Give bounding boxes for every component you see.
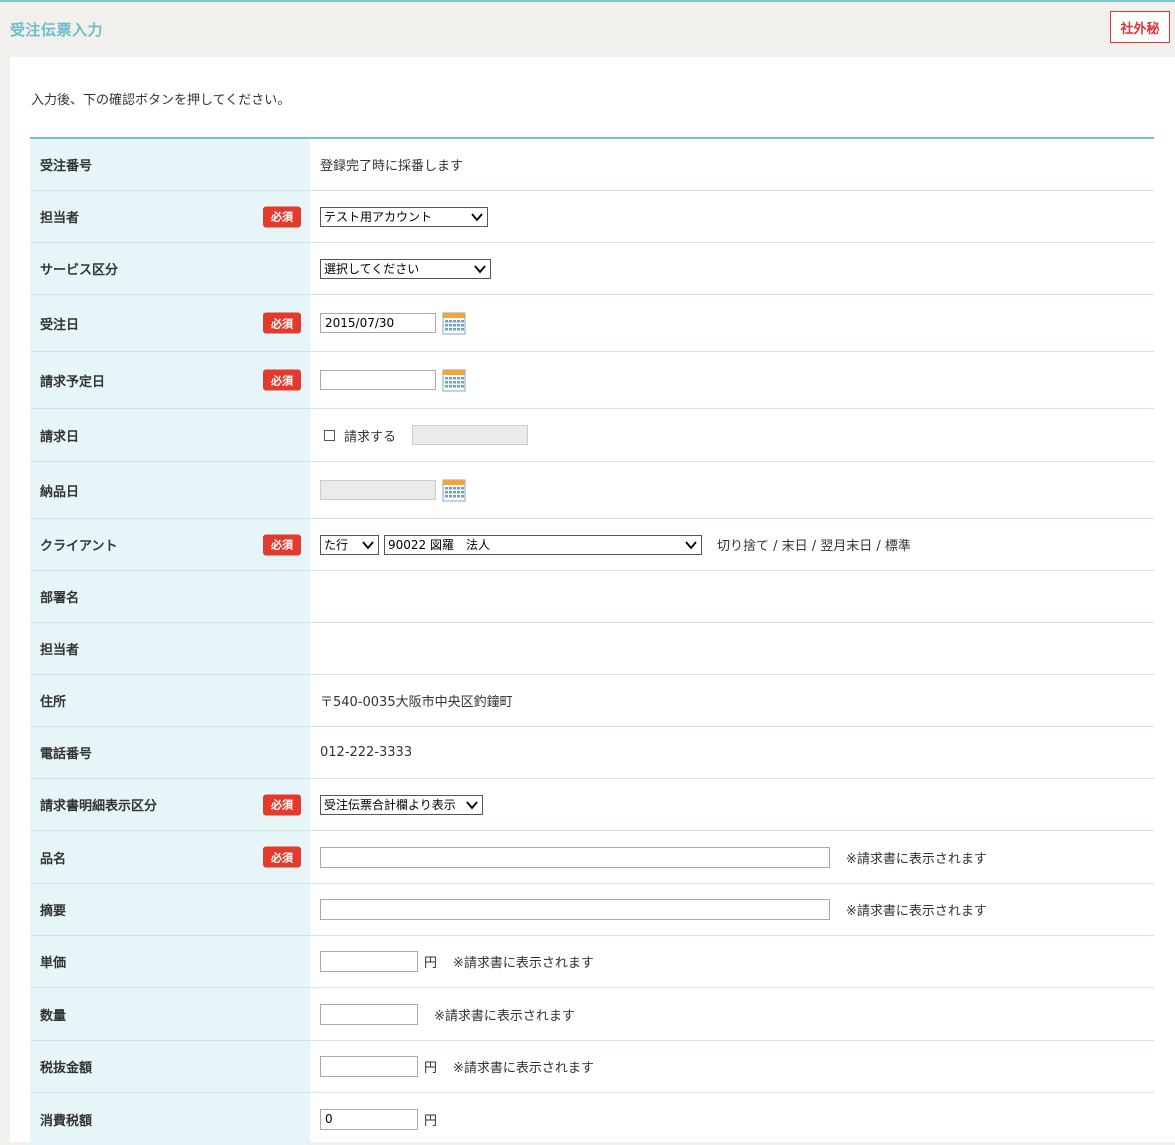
row-order-date: 受注日 必須 2015/07/30 [30,295,1154,352]
calendar-icon[interactable] [442,368,466,392]
client-select[interactable]: 90022 図羅 法人 [384,534,702,555]
order-number-label: 受注番号 [40,159,93,174]
billing-date-input[interactable] [412,425,529,445]
service-select-value: 選択してください [324,262,420,276]
quantity-note: ※請求書に表示されます [434,1008,575,1024]
row-address: 住所 〒540-0035大阪市中央区釣鐘町 [30,675,1154,727]
amount-ex-tax-yen: 円 [424,1061,438,1076]
amount-ex-tax-label: 税抜金額 [40,1061,93,1076]
row-client: クライアント 必須 た行 90022 図羅 法人 切り捨て / 末日 / 翌月末日… [30,519,1154,571]
delivery-date-input[interactable] [320,480,436,500]
page-title: 受注伝票入力 [10,21,104,39]
row-staff: 担当者 必須 テスト用アカウント [30,191,1154,243]
summary-input[interactable] [320,899,830,920]
consumption-tax-input[interactable]: 0 [320,1108,418,1130]
row-service-category: サービス区分 選択してください [30,243,1154,295]
order-date-label: 受注日 [40,317,80,333]
top-accent-line [0,0,1175,2]
row-billing-date: 請求日 請求する [30,409,1154,462]
amount-ex-tax-input[interactable] [320,1056,418,1077]
instruction-text: 入力後、下の確認ボタンを押してください。 [31,93,291,108]
order-number-value: 登録完了時に採番します [320,159,464,174]
required-badge: 必須 [263,206,301,227]
billing-plan-date-input[interactable] [320,370,436,390]
row-client-contact: 担当者 [30,623,1154,675]
consumption-tax-yen: 円 [424,1113,438,1129]
row-quantity: 数量 ※請求書に表示されます [30,988,1154,1041]
unit-price-label: 単価 [40,956,67,971]
row-billing-plan-date: 請求予定日 必須 [30,352,1154,409]
chevron-down-icon [471,212,483,221]
staff-select[interactable]: テスト用アカウント [320,206,488,227]
required-badge: 必須 [263,846,301,868]
client-terms-text: 切り捨て / 末日 / 翌月末日 / 標準 [717,539,911,554]
invoice-detail-select-value: 受注伝票合計欄より表示 [324,798,456,812]
required-badge: 必須 [263,534,301,555]
chevron-down-icon [466,800,478,809]
item-name-label: 品名 [40,851,67,867]
row-department: 部署名 [30,571,1154,623]
address-label: 住所 [40,695,67,710]
row-summary: 摘要 ※請求書に表示されます [30,884,1154,936]
address-value: 〒540-0035大阪市中央区釣鐘町 [320,695,513,710]
client-select-value: 90022 図羅 法人 [388,538,490,552]
order-form-table: 受注番号 登録完了時に採番します 担当者 必須 テスト用アカウント サービス区分 … [30,137,1154,1145]
item-name-note: ※請求書に表示されます [846,851,987,867]
row-consumption-tax: 消費税額 0 円 [30,1093,1154,1145]
required-badge: 必須 [263,312,301,334]
chevron-down-icon [362,540,374,549]
client-kana-select[interactable]: た行 [320,534,379,555]
amount-ex-tax-note: ※請求書に表示されます [453,1061,594,1076]
staff-select-value: テスト用アカウント [324,210,433,224]
phone-value: 012-222-3333 [320,745,413,760]
row-order-number: 受注番号 登録完了時に採番します [30,139,1154,191]
unit-price-yen: 円 [424,956,438,971]
invoice-detail-label: 請求書明細表示区分 [40,799,158,814]
unit-price-note: ※請求書に表示されます [453,956,594,971]
required-badge: 必須 [263,794,301,815]
row-invoice-detail: 請求書明細表示区分 必須 受注伝票合計欄より表示 [30,779,1154,831]
billing-checkbox-label: 請求する [344,429,397,445]
department-label: 部署名 [40,591,80,606]
row-amount-ex-tax: 税抜金額 円 ※請求書に表示されます [30,1041,1154,1093]
item-name-input[interactable] [320,846,830,868]
unit-price-input[interactable] [320,951,418,972]
service-category-select[interactable]: 選択してください [320,258,491,279]
calendar-icon[interactable] [442,311,466,335]
client-kana-value: た行 [324,538,349,552]
phone-label: 電話番号 [40,747,93,762]
client-contact-label: 担当者 [40,643,80,658]
service-category-label: サービス区分 [40,263,119,278]
billing-plan-date-label: 請求予定日 [40,374,106,390]
summary-label: 摘要 [40,904,67,919]
form-panel: 入力後、下の確認ボタンを押してください。 受注番号 登録完了時に採番します 担当… [10,57,1175,1145]
client-label: クライアント [40,539,118,554]
row-unit-price: 単価 円 ※請求書に表示されます [30,936,1154,988]
staff-label: 担当者 [40,211,80,226]
delivery-date-label: 納品日 [40,484,80,500]
required-badge: 必須 [263,369,301,391]
chevron-down-icon [685,540,697,549]
row-delivery-date: 納品日 [30,462,1154,519]
consumption-tax-label: 消費税額 [40,1113,93,1129]
quantity-label: 数量 [40,1008,67,1024]
quantity-input[interactable] [320,1003,418,1025]
order-date-input[interactable]: 2015/07/30 [320,313,436,333]
billing-date-label: 請求日 [40,429,80,445]
confidential-badge: 社外秘 [1110,11,1170,43]
row-item-name: 品名 必須 ※請求書に表示されます [30,831,1154,884]
row-phone: 電話番号 012-222-3333 [30,727,1154,779]
calendar-icon[interactable] [442,478,466,502]
chevron-down-icon [474,264,486,273]
summary-note: ※請求書に表示されます [846,904,987,919]
invoice-detail-select[interactable]: 受注伝票合計欄より表示 [320,794,483,815]
billing-checkbox[interactable] [324,429,335,441]
